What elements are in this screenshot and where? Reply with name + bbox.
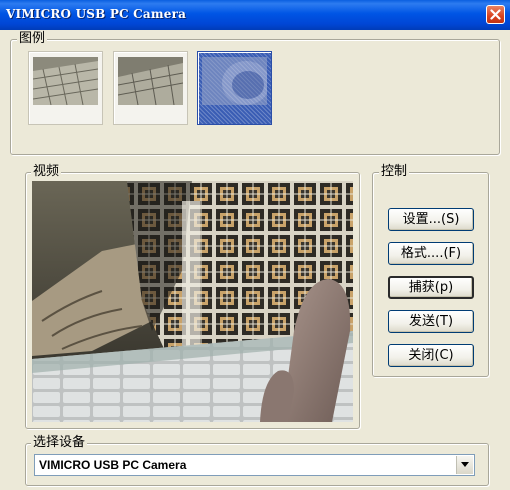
video-preview [32,181,353,422]
title-bar[interactable]: VIMICRO USB PC Camera [0,0,510,30]
send-button[interactable]: 发送(T) [388,310,474,333]
window-title: VIMICRO USB PC Camera [6,7,187,21]
thumbnail-1-image [33,57,98,105]
settings-button[interactable]: 设置...(S) [388,208,474,231]
video-label: 视频 [31,164,62,179]
chevron-down-icon [461,462,469,467]
thumbnail-2[interactable] [113,51,188,125]
close-dialog-button[interactable]: 关闭(C) [388,344,474,367]
close-button[interactable] [486,5,505,24]
device-select[interactable]: VIMICRO USB PC Camera [34,454,475,476]
controls-label: 控制 [379,164,410,179]
device-select-value: VIMICRO USB PC Camera [39,458,187,472]
thumbnail-3-image [202,57,267,105]
close-icon [490,9,501,20]
device-label: 选择设备 [31,435,88,450]
thumbnail-2-image [118,57,183,105]
legend-label: 图例 [17,31,48,46]
format-button[interactable]: 格式....(F) [388,242,474,265]
thumbnail-3-selected[interactable] [197,51,272,125]
device-dropdown-button[interactable] [456,456,473,474]
thumbnail-1[interactable] [28,51,103,125]
capture-button[interactable]: 捕获(p) [388,276,474,299]
